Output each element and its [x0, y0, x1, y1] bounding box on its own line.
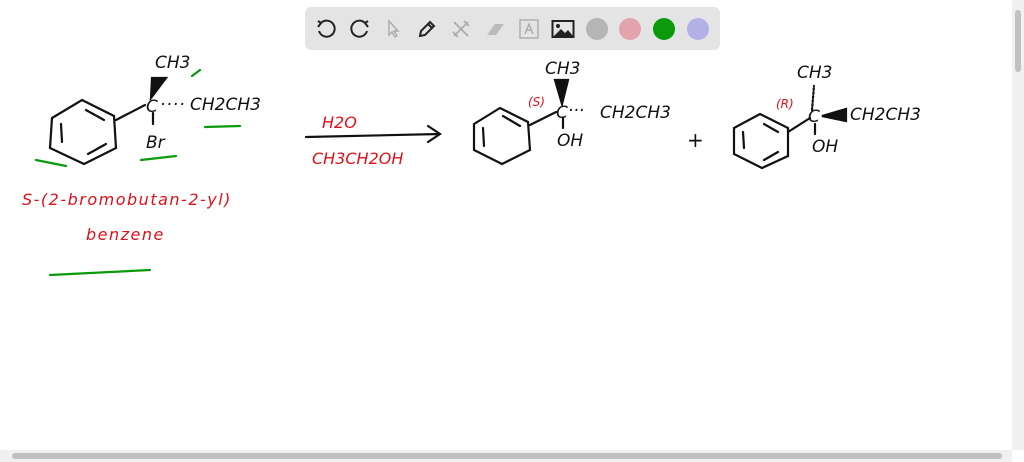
scrollbar-thumb[interactable] — [1015, 10, 1021, 72]
product-s-methyl: CH3 — [545, 59, 580, 79]
reactant-name-line1: S-(2-bromobutan-2-yl) — [22, 190, 232, 209]
product-r-ethyl: CH2CH3 — [850, 105, 921, 125]
drawing-toolbar — [305, 7, 720, 50]
color-lavender[interactable] — [685, 16, 711, 42]
eraser-icon — [487, 24, 504, 35]
benzene-ring — [732, 112, 790, 170]
tools-icon — [452, 20, 470, 38]
redo-button[interactable] — [347, 16, 373, 42]
undo-button[interactable] — [313, 16, 339, 42]
image-button[interactable] — [550, 16, 576, 42]
benzene-ring — [48, 98, 118, 166]
product-s-ethyl: CH2CH3 — [600, 103, 671, 123]
product-s-hydroxyl: OH — [557, 131, 583, 151]
text-button[interactable] — [516, 16, 542, 42]
condition-above: H2O — [322, 113, 357, 132]
reactant-methyl: CH3 — [155, 53, 190, 73]
color-swatch — [619, 18, 641, 40]
text-icon — [519, 19, 539, 39]
condition-below: CH3CH2OH — [312, 149, 403, 168]
dashed-bond: ··· — [568, 101, 584, 121]
product-r-methyl: CH3 — [797, 63, 832, 83]
product-r-carbon: C — [808, 107, 820, 127]
color-swatch — [653, 18, 675, 40]
reactant-ethyl: CH2CH3 — [190, 95, 261, 115]
bond — [114, 103, 147, 122]
plus-sign: + — [687, 128, 704, 152]
undo-icon — [317, 19, 336, 38]
product-s-carbon: C — [556, 103, 568, 123]
wedge-bond — [821, 107, 848, 123]
reactant-name-line2: benzene — [86, 225, 165, 244]
scrollbar-thumb[interactable] — [12, 453, 1002, 459]
reactant-leaving-group: Br — [146, 133, 166, 153]
product-r-hydroxyl: OH — [812, 137, 838, 157]
cursor-icon — [388, 19, 400, 38]
color-swatch — [586, 18, 608, 40]
tools-button[interactable] — [448, 16, 474, 42]
dashed-bond: ···· — [160, 95, 186, 115]
image-icon — [551, 20, 575, 38]
pen-icon — [418, 20, 436, 38]
color-green[interactable] — [651, 16, 677, 42]
redo-icon — [350, 19, 369, 38]
whiteboard-canvas[interactable]: CH3 C ···· CH2CH3 Br CH3 C ··· CH2CH3 OH… — [0, 0, 1012, 450]
horizontal-scrollbar[interactable] — [0, 450, 1012, 462]
color-pink[interactable] — [617, 16, 643, 42]
wedge-bond — [553, 78, 570, 109]
select-button[interactable] — [380, 16, 406, 42]
vertical-scrollbar[interactable] — [1012, 0, 1024, 450]
product-r-label: (R) — [776, 97, 794, 111]
pen-button[interactable] — [414, 16, 440, 42]
color-gray[interactable] — [584, 16, 610, 42]
reactant-carbon: C — [146, 97, 158, 117]
product-s-label: (S) — [528, 95, 545, 109]
color-swatch — [687, 18, 709, 40]
eraser-button[interactable] — [482, 16, 508, 42]
